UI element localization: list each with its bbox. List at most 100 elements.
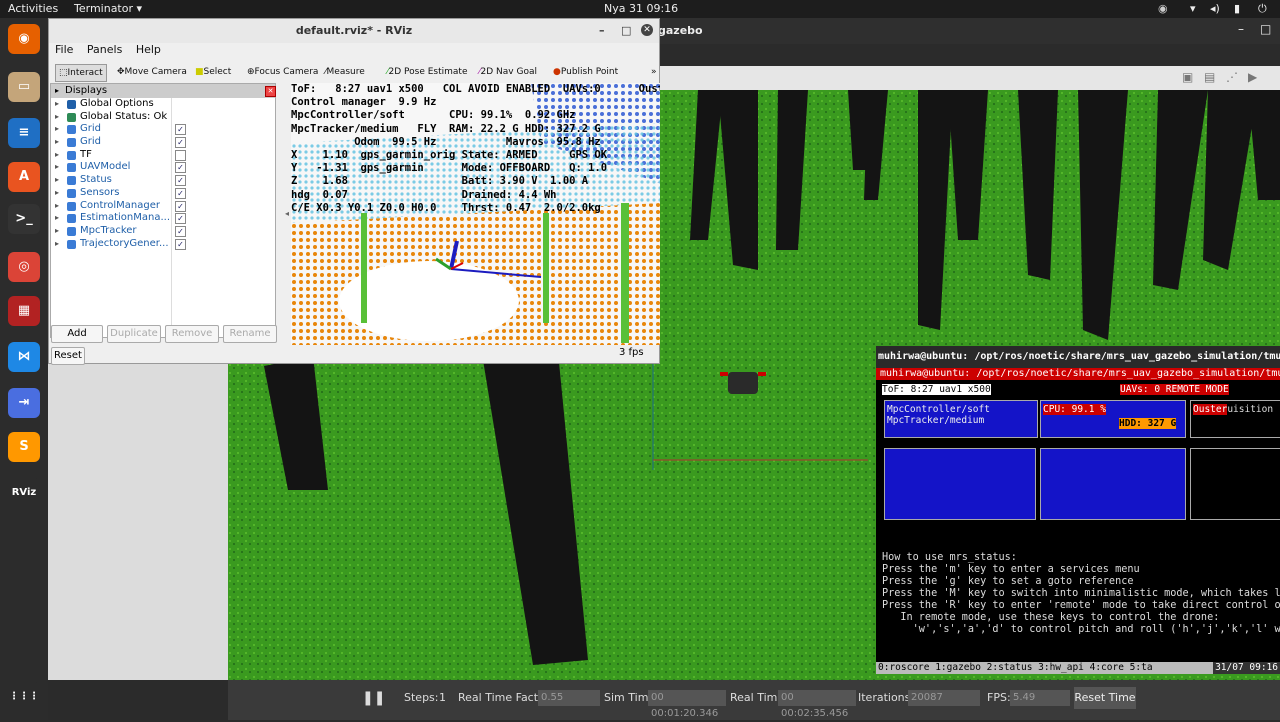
expand-arrow-icon[interactable]: ▸ — [55, 200, 59, 213]
display-enabled-checkbox[interactable]: ✓ — [175, 124, 186, 136]
reset-time-button[interactable]: Reset Time — [1074, 687, 1136, 709]
tool-2d-nav-goal[interactable]: ⁄2D Nav Goal — [479, 64, 537, 80]
display-enabled-checkbox[interactable]: ✓ — [175, 162, 186, 174]
help-line: Press the 'M' key to switch into minimal… — [882, 588, 1280, 599]
rviz-close-icon[interactable]: ✕ — [641, 24, 653, 36]
display-item[interactable]: ▸ Grid ✓ — [51, 123, 275, 136]
display-enabled-checkbox[interactable]: ✓ — [175, 213, 186, 225]
display-item[interactable]: ▸ TF — [51, 149, 275, 162]
software-icon[interactable]: A — [8, 162, 40, 192]
duplicate-display-button[interactable]: Duplicate — [107, 325, 161, 343]
display-item[interactable]: ▸ TrajectoryGener... ✓ — [51, 238, 275, 251]
terminal-icon[interactable]: >_ — [8, 204, 40, 234]
overlay-line: MpcTracker/medium FLY RAM: 22.2 G HDD: 3… — [291, 122, 601, 135]
display-enabled-checkbox[interactable]: ✓ — [175, 175, 186, 187]
tool-select[interactable]: ■Select — [195, 64, 231, 80]
tool-publish-point[interactable]: ●Publish Point — [553, 64, 618, 80]
network-icon[interactable]: ▾ — [1190, 2, 1196, 15]
app-menu[interactable]: Terminator ▾ — [74, 2, 142, 15]
rename-display-button[interactable]: Rename — [223, 325, 277, 343]
activities-button[interactable]: Activities — [8, 2, 58, 15]
vscode-icon[interactable]: ⋈ — [8, 342, 40, 372]
expand-arrow-icon[interactable]: ▸ — [55, 111, 59, 124]
pause-icon[interactable]: ❚❚ — [362, 690, 385, 706]
display-item[interactable]: ▸ Sensors ✓ — [51, 187, 275, 200]
files-icon[interactable]: ▭ — [8, 72, 40, 102]
chrome-icon[interactable]: ◎ — [8, 252, 40, 282]
firefox-icon[interactable]: ◉ — [8, 24, 40, 54]
display-item[interactable]: ▸ UAVModel ✓ — [51, 161, 275, 174]
tool-focus-camera[interactable]: ⊕Focus Camera — [247, 64, 318, 80]
display-type-icon — [67, 125, 76, 135]
display-item[interactable]: ▸ MpcTracker ✓ — [51, 225, 275, 238]
plot-icon[interactable]: ⋰ — [1226, 70, 1238, 84]
video-icon[interactable]: ▶ — [1248, 70, 1257, 84]
chrome-tray-icon[interactable]: ◉ — [1158, 2, 1168, 15]
volume-icon[interactable]: ◂) — [1210, 2, 1220, 15]
display-enabled-checkbox[interactable] — [175, 149, 186, 161]
expand-arrow-icon[interactable]: ▸ — [55, 238, 59, 251]
expand-arrow-icon[interactable]: ▸ — [55, 136, 59, 149]
menu-help[interactable]: Help — [136, 43, 161, 56]
log-icon[interactable]: ▤ — [1204, 70, 1215, 84]
display-item[interactable]: ▸ Global Options — [51, 98, 275, 111]
display-item[interactable]: ▸ Grid ✓ — [51, 136, 275, 149]
battery-icon[interactable]: ▮ — [1234, 2, 1240, 15]
expand-arrow-icon[interactable]: ▸ — [55, 174, 59, 187]
left-collapse-icon[interactable]: ◂ — [285, 209, 289, 218]
status-box-controller: MpcController/soft MpcTracker/medium — [884, 400, 1038, 438]
expand-arrow-icon[interactable]: ▸ — [55, 149, 59, 162]
minimize-icon[interactable]: – — [1238, 22, 1244, 36]
reset-button[interactable]: Reset — [51, 347, 85, 365]
expand-arrow-icon[interactable]: ▸ — [55, 161, 59, 174]
tool-2d-pose-estimate[interactable]: ⁄2D Pose Estimate — [387, 64, 468, 80]
tool-interact[interactable]: ⬚Interact — [55, 64, 107, 82]
remove-display-button[interactable]: Remove — [165, 325, 219, 343]
menu-file[interactable]: File — [55, 43, 73, 56]
expand-arrow-icon[interactable]: ▸ — [55, 212, 59, 225]
display-enabled-checkbox[interactable]: ✓ — [175, 187, 186, 199]
sublime-icon[interactable]: S — [8, 432, 40, 462]
display-item[interactable]: ▸ EstimationMana... ✓ — [51, 212, 275, 225]
display-item[interactable]: ▸ ControlManager ✓ — [51, 200, 275, 213]
dev-icon[interactable]: ⇥ — [8, 388, 40, 418]
display-item[interactable]: ▸ Status ✓ — [51, 174, 275, 187]
display-type-icon — [67, 201, 76, 211]
tool-measure[interactable]: ⁄Measure — [325, 64, 365, 80]
rviz-icon[interactable]: RViz — [8, 478, 40, 508]
overlay-line: Y -1.31 gps_garmin Mode: OFFBOARD Q: 1.0 — [291, 162, 608, 175]
gazebo-bottom-toolbar: ❚❚ Steps: 1 Real Time Factor: 0.55 Sim T… — [228, 680, 1280, 720]
toolbar-overflow-icon[interactable]: » — [651, 64, 657, 80]
expand-arrow-icon[interactable]: ▸ — [55, 123, 59, 136]
screenshot-icon[interactable]: ▣ — [1182, 70, 1193, 84]
rviz-maximize-icon[interactable]: □ — [621, 19, 631, 43]
rviz-minimize-icon[interactable]: – — [599, 19, 605, 43]
writer-icon[interactable]: ≡ — [8, 118, 40, 148]
expand-arrow-icon[interactable]: ▸ — [55, 225, 59, 238]
display-enabled-checkbox[interactable]: ✓ — [175, 225, 186, 237]
maximize-icon[interactable]: □ — [1260, 22, 1271, 36]
display-enabled-checkbox[interactable]: ✓ — [175, 238, 186, 250]
tool-move-camera[interactable]: ✥Move Camera — [117, 64, 187, 80]
tmux-windows[interactable]: 0:roscore 1:gazebo 2:status 3:hw_api 4:c… — [876, 662, 1153, 673]
rviz-3d-view[interactable]: ToF: 8:27 uav1 x500 COL AVOID ENABLED UA… — [291, 83, 660, 345]
menu-panels[interactable]: Panels — [87, 43, 122, 56]
display-item[interactable]: ▸ Global Status: Ok — [51, 111, 275, 124]
display-enabled-checkbox[interactable]: ✓ — [175, 137, 186, 149]
expand-arrow-icon[interactable]: ▸ — [55, 187, 59, 200]
terminal-tab[interactable]: muhirwa@ubuntu: /opt/ros/noetic/share/mr… — [876, 368, 1280, 380]
display-enabled-checkbox[interactable]: ✓ — [175, 200, 186, 212]
panel-close-icon[interactable]: ✕ — [265, 86, 276, 97]
power-icon[interactable]: ⏻ — [1258, 2, 1267, 16]
displays-panel-header: ▸ Displays ✕ — [51, 84, 276, 98]
terminator-icon[interactable]: ▦ — [8, 296, 40, 326]
display-item-label: EstimationMana... — [80, 212, 171, 224]
apps-grid-icon[interactable]: ⋮⋮⋮ — [8, 682, 40, 712]
rviz-window: default.rviz* - RViz – □ ✕ File Panels H… — [48, 18, 660, 365]
clock[interactable]: Nya 31 09:16 — [604, 2, 678, 15]
steps-value[interactable]: 1 — [439, 691, 446, 704]
panel-collapse-icon[interactable]: ▸ — [55, 84, 59, 98]
expand-arrow-icon[interactable]: ▸ — [55, 98, 59, 111]
display-item-label: Sensors — [80, 186, 120, 198]
add-display-button[interactable]: Add — [51, 325, 103, 343]
